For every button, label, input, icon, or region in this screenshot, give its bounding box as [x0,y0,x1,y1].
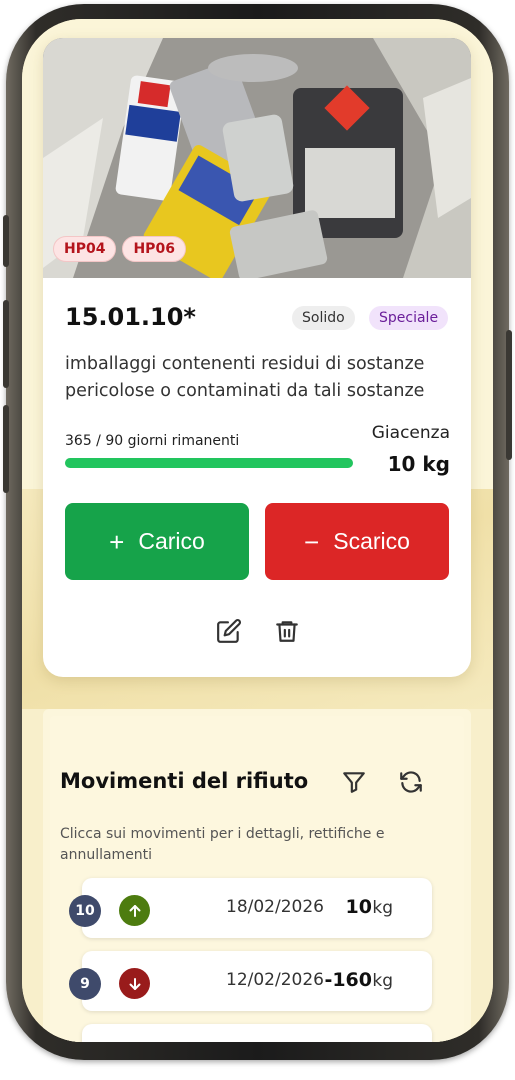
movement-date: 12/02/2026 [226,970,324,990]
movement-quantity: 10 [345,896,372,918]
app-screen: HP04 HP06 15.01.10* Solido Speciale imba… [22,19,493,1042]
stock-value: 10 kg [387,452,450,476]
waste-detail-card: HP04 HP06 15.01.10* Solido Speciale imba… [43,38,471,677]
waste-code: 15.01.10* [65,303,196,331]
days-remaining-label: 365 / 90 giorni rimanenti [65,433,240,449]
movements-title: Movimenti del rifiuto [60,769,309,793]
hazard-tag: HP06 [122,236,186,262]
hazard-tag: HP04 [53,236,117,262]
movement-number-badge: 10 [69,895,101,927]
movement-date: 18/02/2026 [226,897,324,917]
movement-number-badge: 9 [69,968,101,1000]
arrow-down-icon [119,968,150,999]
hazard-tags: HP04 HP06 [53,236,186,262]
movement-unit: kg [372,971,393,991]
state-badge: Solido [292,306,355,330]
load-button-label: Carico [138,528,205,554]
movement-unit: kg [372,898,393,918]
arrow-up-icon [119,895,150,926]
trash-icon[interactable] [274,618,300,644]
phone-side-button [506,330,512,460]
stock-label: Giacenza [371,423,450,443]
plus-icon: + [109,526,125,557]
waste-description: imballaggi contenenti residui di sostanz… [65,354,425,401]
load-button[interactable]: + Carico [65,503,249,580]
phone-side-button [3,405,9,493]
storage-progress-fill [65,458,353,468]
phone-side-button [3,215,9,267]
unload-button-label: Scarico [333,528,410,554]
movements-hint: Clicca sui movimenti per i dettagli, ret… [60,826,385,863]
storage-progress-bar [65,458,353,468]
movement-row[interactable] [82,1024,432,1042]
refresh-icon[interactable] [398,769,424,795]
phone-side-button [3,300,9,388]
unload-button[interactable]: − Scarico [265,503,449,580]
category-badge: Speciale [369,306,449,330]
minus-icon: − [304,526,320,557]
edit-icon[interactable] [216,618,242,644]
filter-icon[interactable] [341,769,367,795]
movement-quantity: -160 [324,969,372,991]
